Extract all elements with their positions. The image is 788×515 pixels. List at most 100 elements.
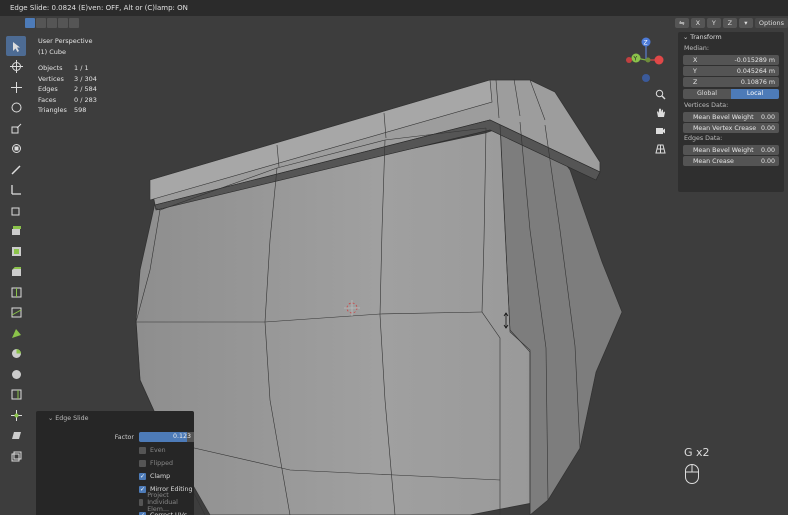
scale-tool[interactable] [6,118,26,138]
global-button[interactable]: Global [683,89,731,99]
rip-tool[interactable] [6,446,26,466]
edge-select-button[interactable] [36,18,46,28]
xray-toggle-button[interactable] [58,18,68,28]
mean-bevel-weight-vertex-field[interactable]: Mean Bevel Weight 0.00 [683,112,779,122]
option-checkbox-row[interactable]: Flipped [139,458,173,468]
options-button[interactable]: Options [754,18,788,28]
vertices-data-label: Vertices Data: [684,102,729,109]
rip-icon [11,451,21,461]
annotate-tool[interactable] [6,159,26,179]
move-icon [10,81,22,93]
shear-tool[interactable] [6,426,26,446]
option-checkbox-row[interactable]: ✓ Correct UVs [139,510,187,515]
dropdown-icon[interactable]: ▾ [738,18,753,28]
option-checkbox-row[interactable]: Project Individual Elem... [139,492,194,513]
shear-icon [11,432,21,439]
viewport-stats-overlay: User Perspective (1) Cube Objects 1 / 1 V… [38,36,97,116]
mirror-z-toggle[interactable]: Z [722,18,737,28]
navigation-gizmo: Z Y [626,37,664,82]
measure-tool[interactable] [6,180,26,200]
operator-title[interactable]: ⌄ Edge Slide [36,411,194,427]
checkbox-label: Even [150,446,166,454]
knife-tool[interactable] [6,303,26,323]
status-text: Edge Slide: 0.0824 (E)ven: OFF, Alt or (… [10,4,188,12]
extrude-tool[interactable] [6,221,26,241]
smooth-icon [11,369,21,379]
mirror-x-toggle[interactable]: X [690,18,705,28]
option-checkbox-row[interactable]: Even [139,445,166,455]
local-button[interactable]: Local [731,89,779,99]
checkbox-label: Correct UVs [150,511,188,515]
mean-vertex-crease-field[interactable]: Mean Vertex Crease 0.00 [683,123,779,133]
mirror-icon[interactable]: ⇋ [674,18,689,28]
mean-crease-field[interactable]: Mean Crease 0.00 [683,156,779,166]
bevel-tool[interactable] [6,262,26,282]
knife-icon [11,307,21,318]
smooth-tool[interactable] [6,364,26,384]
checkbox[interactable] [139,498,144,506]
bevel-icon [11,267,21,276]
camera-icon[interactable] [654,124,667,137]
grid-perspective-icon[interactable] [654,142,667,155]
overlay-toggle-button[interactable] [69,18,79,28]
scale-icon [11,123,21,133]
stats-row: Vertices 3 / 304 [38,74,97,83]
option-checkbox-row[interactable]: ✓ Clamp [139,471,170,481]
shrink-fatten-tool[interactable] [6,405,26,425]
factor-row: Factor 0.123 [76,432,194,442]
select-tool[interactable] [6,36,26,56]
stats-row: Faces 0 / 283 [38,95,97,104]
median-y-field[interactable]: Y 0.045264 m [683,66,779,76]
inset-tool[interactable] [6,241,26,261]
mirror-y-toggle[interactable]: Y [706,18,721,28]
factor-value: 0.123 [172,433,192,440]
zoom-icon[interactable] [654,88,667,101]
select-mode-buttons[interactable] [25,18,79,28]
view-name: User Perspective [38,37,93,45]
header-status-bar: Edge Slide: 0.0824 (E)ven: OFF, Alt or (… [0,0,788,16]
move-tool[interactable] [6,77,26,97]
spin-tool[interactable] [6,344,26,364]
loop-cut-icon [11,287,21,297]
factor-slider[interactable]: 0.123 [139,432,194,442]
edge-slide-icon [11,389,21,400]
pencil-icon [10,164,21,175]
poly-build-icon [11,328,21,338]
transform-tool[interactable] [6,139,26,159]
rotate-icon [11,102,21,113]
mean-bevel-weight-edge-field[interactable]: Mean Bevel Weight 0.00 [683,145,779,155]
gizmo-z-label: Z [644,40,648,47]
left-toolbar [6,36,26,467]
space-toggle: Global Local [683,89,779,99]
spin-icon [11,349,21,358]
object-name: (1) Cube [38,47,67,56]
pan-hand-icon[interactable] [654,106,667,119]
median-z-field[interactable]: Z 0.10876 m [683,77,779,87]
face-select-button[interactable] [47,18,57,28]
loop-cut-tool[interactable] [6,282,26,302]
mouse-icon [684,463,700,489]
vertex-select-button[interactable] [25,18,35,28]
cursor-arrow-icon [12,41,20,52]
add-cube-tool[interactable] [6,200,26,220]
poly-build-tool[interactable] [6,323,26,343]
transform-panel: ⌄ Transform Median: X -0.015289 m Y 0.0452… [678,32,784,192]
edge-slide-operator-panel: ⌄ Edge Slide Factor 0.123 Even Flipped ✓ Cl… [36,411,194,515]
gizmo-y-label: Y [633,56,638,63]
stats-row: Objects 1 / 1 [38,64,89,72]
edge-slide-tool[interactable] [6,385,26,405]
checkbox[interactable]: ✓ [139,472,146,480]
checkbox[interactable] [139,446,146,454]
checkbox[interactable]: ✓ [139,485,146,493]
crosshair-icon [9,60,23,73]
rotate-tool[interactable] [6,98,26,118]
median-x-field[interactable]: X -0.015289 m [683,55,779,65]
ruler-icon [10,185,21,195]
checkbox[interactable]: ✓ [139,511,146,515]
cursor-tool[interactable] [6,57,26,77]
keypress-overlay: G x2 [684,446,710,459]
checkbox[interactable] [139,459,146,467]
viewport-header-right: ⇋ X Y Z ▾ Options [674,18,788,28]
median-label: Median: [684,45,710,52]
transform-title[interactable]: ⌄ Transform [678,32,784,44]
